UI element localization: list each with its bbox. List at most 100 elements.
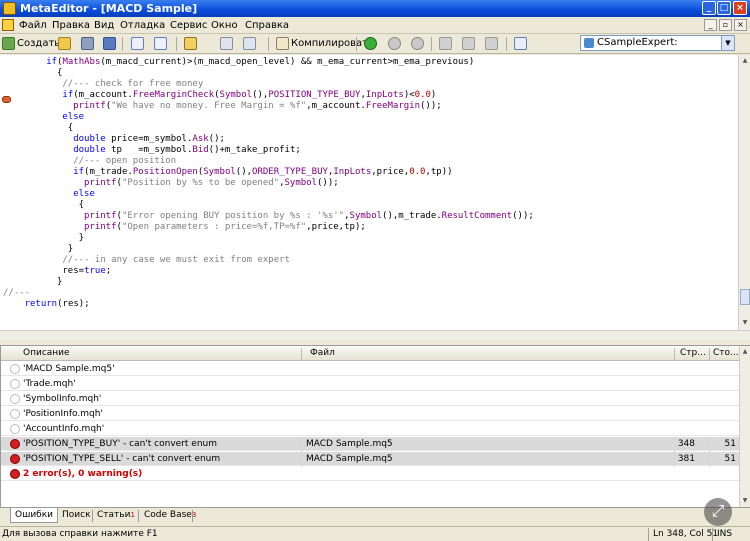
code-token: //--- open position: [73, 156, 177, 166]
mdi-restore-icon[interactable]: ▫: [719, 19, 732, 31]
function-icon[interactable]: [243, 37, 256, 50]
tab-articles[interactable]: Статьи1: [93, 508, 139, 523]
scroll-down-icon[interactable]: ▼: [740, 318, 750, 328]
save-icon[interactable]: [81, 37, 94, 50]
code-token: 0.0: [409, 167, 426, 177]
variable-icon[interactable]: [220, 37, 233, 50]
column-col[interactable]: Сто...: [713, 348, 739, 359]
info-icon: [10, 409, 20, 419]
bookmark-icon[interactable]: [184, 37, 197, 50]
error-line: 348: [677, 439, 695, 449]
menu-view[interactable]: Вид: [94, 19, 114, 32]
code-token: else: [73, 189, 95, 199]
menu-help[interactable]: Справка: [245, 19, 289, 32]
menu-edit[interactable]: Правка: [52, 19, 90, 32]
status-insert-mode: INS: [717, 529, 733, 539]
tab-errors-label: Ошибки: [15, 510, 54, 520]
maximize-icon[interactable]: □: [717, 1, 731, 15]
mdi-close-icon[interactable]: ×: [734, 19, 747, 31]
error-description: 'SymbolInfo.mqh': [23, 394, 102, 404]
error-row[interactable]: 'SymbolInfo.mqh': [1, 392, 739, 406]
tab-errors[interactable]: Ошибки: [10, 508, 59, 523]
terminal-icon[interactable]: [514, 37, 527, 50]
stop-icon[interactable]: [411, 37, 424, 50]
column-line[interactable]: Стр...: [680, 348, 706, 359]
code-token: printf: [84, 222, 117, 232]
error-description: 'POSITION_TYPE_SELL' - can't convert enu…: [23, 454, 221, 464]
error-icon: [10, 439, 20, 449]
scroll-up-icon[interactable]: ▲: [740, 347, 750, 357]
menu-window[interactable]: Окно: [211, 19, 238, 32]
toolbar-separator: [431, 37, 432, 51]
editor-horizontal-scrollbar[interactable]: [0, 330, 750, 340]
info-icon: [10, 424, 20, 434]
column-file[interactable]: Файл: [310, 348, 335, 359]
step-over-icon[interactable]: [462, 37, 475, 50]
compile-icon[interactable]: [276, 37, 289, 50]
code-token: printf: [73, 101, 106, 111]
tab-codebase-label: Code Base: [144, 510, 192, 520]
window-title: MetaEditor - [MACD Sample]: [20, 2, 198, 15]
file-divider: [301, 437, 302, 467]
error-row[interactable]: 2 error(s), 0 warning(s): [1, 467, 739, 481]
code-editor[interactable]: if(MathAbs(m_macd_current)>(m_macd_open_…: [0, 55, 738, 330]
errors-scrollbar[interactable]: ▲ ▼: [739, 346, 750, 507]
zoom-icon[interactable]: ⤢: [704, 498, 732, 526]
code-token: InpLots: [333, 167, 372, 177]
editor-vertical-scrollbar[interactable]: ▲ ▼: [738, 55, 750, 330]
info-icon: [10, 364, 20, 374]
mdi-minimize-icon[interactable]: _: [704, 19, 717, 31]
save-all-icon[interactable]: [103, 37, 116, 50]
error-row[interactable]: 'MACD Sample.mq5': [1, 362, 739, 376]
scroll-thumb[interactable]: [740, 289, 750, 305]
code-token: double: [73, 145, 106, 155]
code-line: //--- check for free money: [62, 79, 203, 90]
status-separator: [648, 528, 649, 541]
metaeditor-app-icon: [3, 2, 16, 15]
error-row[interactable]: 'POSITION_TYPE_SELL' - can't convert enu…: [1, 452, 739, 466]
navigator-icon[interactable]: [131, 37, 144, 50]
title-bar: MetaEditor - [MACD Sample] _ □ ×: [0, 0, 750, 17]
code-token: {: [57, 68, 63, 78]
open-folder-icon[interactable]: [58, 37, 71, 50]
step-into-icon[interactable]: [439, 37, 452, 50]
column-description[interactable]: Описание: [23, 348, 70, 359]
error-row[interactable]: 'POSITION_TYPE_BUY' - can't convert enum…: [1, 437, 739, 451]
menu-service[interactable]: Сервис: [170, 19, 207, 32]
code-line: if(m_account.FreeMarginCheck(Symbol(),PO…: [62, 90, 436, 101]
code-token: ,price,tp);: [306, 222, 366, 232]
code-token: (res);: [57, 299, 90, 309]
error-description: 'MACD Sample.mq5': [23, 364, 115, 374]
code-line: {: [68, 123, 73, 134]
scroll-down-icon[interactable]: ▼: [740, 496, 750, 506]
start-debug-icon[interactable]: [364, 37, 377, 50]
pause-icon[interactable]: [388, 37, 401, 50]
error-marker-icon: [2, 96, 11, 103]
error-row[interactable]: 'PositionInfo.mqh': [1, 407, 739, 421]
error-row[interactable]: 'AccountInfo.mqh': [1, 422, 739, 436]
code-token: }: [57, 277, 63, 287]
close-icon[interactable]: ×: [733, 1, 747, 15]
chevron-down-icon[interactable]: ▼: [721, 36, 734, 50]
code-token: Symbol: [284, 178, 318, 188]
tab-search[interactable]: Поиск: [58, 508, 95, 523]
toolbox-icon[interactable]: [154, 37, 167, 50]
tab-articles-count: 1: [130, 511, 135, 519]
menu-debug[interactable]: Отладка: [120, 19, 165, 32]
code-token: 0.0: [414, 90, 431, 100]
code-token: Symbol: [349, 211, 383, 221]
scroll-up-icon[interactable]: ▲: [740, 56, 750, 66]
errors-panel: Описание Файл Стр... Сто... 'MACD Sample…: [0, 345, 750, 508]
symbol-select[interactable]: CSampleExpert: ▼: [580, 35, 735, 51]
error-description: 'AccountInfo.mqh': [23, 424, 105, 434]
compile-button[interactable]: Компилировать: [291, 38, 374, 50]
error-row[interactable]: 'Trade.mqh': [1, 377, 739, 391]
menu-file[interactable]: Файл: [19, 19, 47, 32]
code-token: MathAbs: [62, 57, 101, 67]
minimize-icon[interactable]: _: [702, 1, 716, 15]
code-token: ORDER_TYPE_BUY: [252, 167, 328, 177]
create-button[interactable]: Создать: [17, 38, 60, 50]
new-file-icon[interactable]: [2, 37, 15, 50]
status-separator: [712, 528, 713, 541]
step-out-icon[interactable]: [485, 37, 498, 50]
